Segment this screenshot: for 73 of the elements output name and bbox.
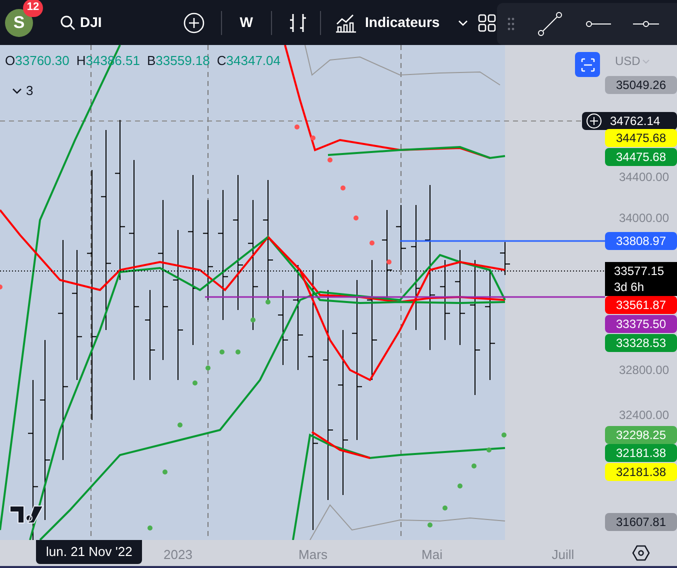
- indicator-dot: [162, 470, 168, 474]
- notification-badge: 12: [23, 0, 43, 16]
- price-axis-label: 34000.00: [618, 210, 669, 227]
- indicator-dot: [192, 380, 198, 386]
- indicator-dot: [236, 350, 240, 354]
- indicator-dot: [386, 260, 392, 264]
- fullscreen-button[interactable]: [575, 52, 600, 77]
- grid-layout-icon[interactable]: [478, 14, 496, 32]
- price-label: 33375.50: [605, 315, 677, 333]
- indicator-dot: [220, 350, 224, 354]
- chevron-down-icon: [642, 58, 650, 64]
- indicators-button[interactable]: Indicateurs: [335, 12, 468, 33]
- horizontal-line-icon[interactable]: [633, 20, 659, 28]
- crosshair-date-label: lun. 21 Nov '22: [36, 540, 142, 564]
- symbol-search-button[interactable]: DJI: [60, 12, 102, 33]
- search-icon: [60, 14, 76, 30]
- price-axis-label: 32800.00: [618, 362, 669, 379]
- price-label: 31607.81: [605, 513, 677, 531]
- time-axis-label: Mai: [422, 546, 442, 564]
- indicator-dot: [328, 158, 332, 162]
- indicator-dot: [458, 484, 462, 488]
- indicators-toggle[interactable]: 3: [12, 81, 34, 100]
- price-label: 34475.68: [605, 148, 677, 166]
- indicator-dot: [370, 240, 374, 246]
- indicator-dot: [354, 216, 358, 220]
- interval-button[interactable]: W: [240, 12, 254, 33]
- indicator-dot: [178, 422, 182, 428]
- time-axis-label: Juill: [552, 546, 574, 564]
- time-axis-label: 2023: [164, 546, 192, 564]
- indicator-dot: [294, 124, 300, 130]
- add-symbol-icon[interactable]: [182, 12, 205, 34]
- price-label: 35049.26: [605, 76, 677, 94]
- price-label: 32181.38: [605, 444, 677, 462]
- chevron-icon: [12, 88, 22, 94]
- frame-icon: [580, 58, 594, 72]
- price-bar: [396, 204, 406, 270]
- trend-line-icon[interactable]: [537, 11, 563, 37]
- price-label: 32181.38: [605, 463, 677, 481]
- drag-handle-icon[interactable]: [507, 17, 515, 31]
- indicator-dot: [266, 300, 270, 304]
- price-axis-label: 32400.00: [618, 407, 669, 424]
- price-label: 33808.97: [605, 232, 677, 250]
- horizontal-ray-icon[interactable]: [585, 20, 611, 28]
- price-axis-label: 34400.00: [618, 169, 669, 186]
- settings-icon[interactable]: [632, 545, 650, 561]
- price-label: 34475.68: [605, 129, 677, 147]
- user-avatar[interactable]: S: [5, 8, 33, 36]
- ohlc-value: C34347.04: [216, 52, 281, 70]
- ohlc-value: O33760.30: [5, 52, 70, 70]
- indicator-dot: [472, 464, 476, 468]
- indicator-dot: [250, 318, 256, 322]
- price-text: 33577.15: [614, 263, 664, 279]
- indicator-dot: [502, 432, 506, 438]
- price-label: 33561.87: [605, 296, 677, 314]
- indicator-dot: [310, 136, 316, 140]
- bar-chart-type-icon[interactable]: [288, 12, 308, 34]
- indicator-dot: [442, 506, 448, 510]
- indicator-dot: [486, 448, 492, 452]
- chart-line-icon: [335, 12, 358, 32]
- time-axis-label: Mars: [298, 546, 328, 564]
- price-label: 32298.25: [605, 426, 677, 444]
- price-bar: [500, 242, 510, 276]
- indicator-dot: [340, 186, 346, 190]
- indicator-dot: [206, 366, 210, 370]
- indicator-dot: [148, 526, 152, 530]
- price-text: 34762.14: [610, 113, 660, 130]
- logo-icon: [9, 505, 44, 524]
- plus-icon[interactable]: [586, 113, 602, 129]
- ohlc-value: B33559.18: [146, 52, 210, 70]
- chevron-down-icon: [458, 20, 468, 26]
- indicator-dot: [428, 522, 432, 528]
- countdown-text: 3d 6h: [614, 279, 644, 295]
- price-label: 33328.53: [605, 334, 677, 352]
